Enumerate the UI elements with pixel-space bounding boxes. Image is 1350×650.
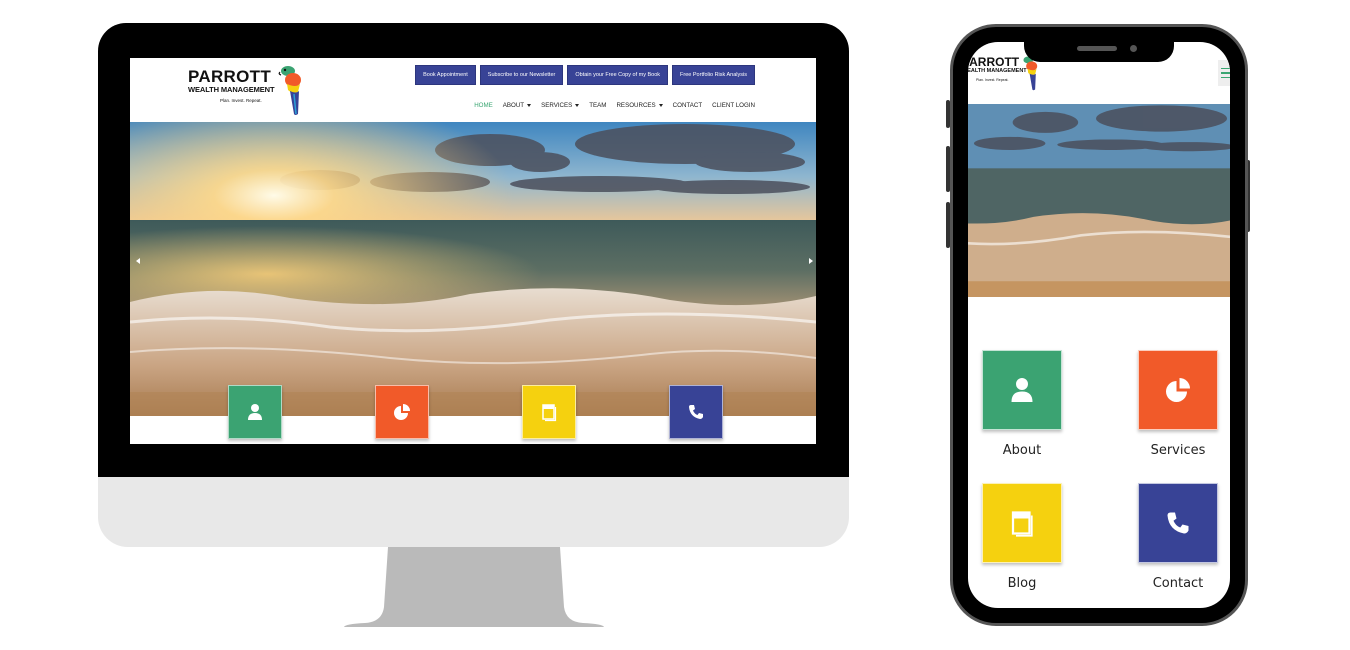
mobile-services-item[interactable]: Services <box>1138 350 1218 458</box>
mobile-services-tile[interactable] <box>1138 350 1218 430</box>
nav-about[interactable]: ABOUT <box>502 102 532 109</box>
mobile-brand-subtitle: WEALTH MANAGEMENT <box>968 68 1027 74</box>
phone-icon <box>1167 512 1189 534</box>
nav-services[interactable]: SERVICES <box>541 102 580 109</box>
hero-image-sunset-beach <box>968 104 1230 297</box>
nav-team[interactable]: TEAM <box>589 102 606 109</box>
hero-prev-arrow-icon[interactable] <box>136 258 140 264</box>
pie-chart-icon <box>1166 378 1190 402</box>
brand-logo[interactable]: PARROTT WEALTH MANAGEMENT Plan. Invest. … <box>188 64 310 116</box>
pie-chart-icon <box>394 404 410 420</box>
nav-resources-label: RESOURCES <box>616 102 656 109</box>
nav-resources[interactable]: RESOURCES <box>616 102 663 109</box>
mobile-brand-name: PARROTT <box>968 55 1020 69</box>
brand-name: PARROTT <box>188 67 271 86</box>
site-header: PARROTT WEALTH MANAGEMENT Plan. Invest. … <box>130 58 816 122</box>
caret-down-icon <box>527 104 532 107</box>
nav-about-label: ABOUT <box>502 102 525 109</box>
desktop-monitor-chin <box>98 477 849 547</box>
hero-slider <box>130 122 816 416</box>
free-book-button[interactable]: Obtain your Free Copy of my Book <box>567 65 669 85</box>
contact-tile[interactable] <box>669 385 723 439</box>
person-icon <box>1011 378 1033 402</box>
mobile-blog-tile[interactable] <box>982 483 1062 563</box>
main-nav: HOME ABOUT SERVICES TEAM RESOURCES CONTA… <box>474 102 755 109</box>
subscribe-newsletter-button[interactable]: Subscribe to our Newsletter <box>479 65 564 85</box>
nav-client-login-label: CLIENT LOGIN <box>712 102 755 109</box>
phone-speaker <box>1077 46 1117 51</box>
book-icon <box>542 404 557 422</box>
services-tile[interactable] <box>375 385 429 439</box>
mobile-contact-label: Contact <box>1152 576 1204 591</box>
caret-down-icon <box>575 104 580 107</box>
nav-contact-label: CONTACT <box>672 102 703 109</box>
caret-down-icon <box>658 104 663 107</box>
risk-analysis-button[interactable]: Free Portfolio Risk Analysis <box>672 65 755 85</box>
mobile-brand-tagline: Plan. Invest. Repeat. <box>976 78 1009 82</box>
mobile-services-label: Services <box>1150 443 1206 458</box>
hamburger-menu-icon[interactable] <box>1218 60 1230 86</box>
hero-image-sunset-beach <box>130 122 816 416</box>
phone-icon <box>689 405 703 419</box>
mobile-contact-item[interactable]: Contact <box>1138 483 1218 591</box>
book-appointment-button[interactable]: Book Appointment <box>415 65 476 85</box>
about-tile[interactable] <box>228 385 282 439</box>
blog-tile[interactable] <box>522 385 576 439</box>
mobile-hero-image <box>968 104 1230 297</box>
mobile-blog-label: Blog <box>1007 576 1037 591</box>
phone-camera <box>1130 45 1137 52</box>
mobile-screen: PARROTT WEALTH MANAGEMENT Plan. Invest. … <box>968 42 1230 608</box>
mobile-about-tile[interactable] <box>982 350 1062 430</box>
brand-tagline: Plan. Invest. Repeat. <box>220 98 262 103</box>
nav-team-label: TEAM <box>589 102 607 109</box>
desktop-screen: PARROTT WEALTH MANAGEMENT Plan. Invest. … <box>130 58 816 444</box>
mobile-blog-item[interactable]: Blog <box>982 483 1062 591</box>
nav-contact[interactable]: CONTACT <box>673 102 702 109</box>
cta-button-row: Book Appointment Subscribe to our Newsle… <box>415 65 755 85</box>
desktop-monitor-stand <box>344 547 604 627</box>
nav-home-label: HOME <box>474 102 493 109</box>
mobile-about-item[interactable]: About <box>982 350 1062 458</box>
brand-subtitle: WEALTH MANAGEMENT <box>188 85 275 94</box>
mobile-about-label: About <box>1002 443 1042 458</box>
book-icon <box>1011 511 1033 537</box>
person-icon <box>248 404 262 420</box>
hero-next-arrow-icon[interactable] <box>809 258 813 264</box>
parrot-logo-icon <box>278 66 301 115</box>
mobile-contact-tile[interactable] <box>1138 483 1218 563</box>
nav-services-label: SERVICES <box>541 102 573 109</box>
nav-home[interactable]: HOME <box>474 102 493 109</box>
nav-client-login[interactable]: CLIENT LOGIN <box>712 102 755 109</box>
